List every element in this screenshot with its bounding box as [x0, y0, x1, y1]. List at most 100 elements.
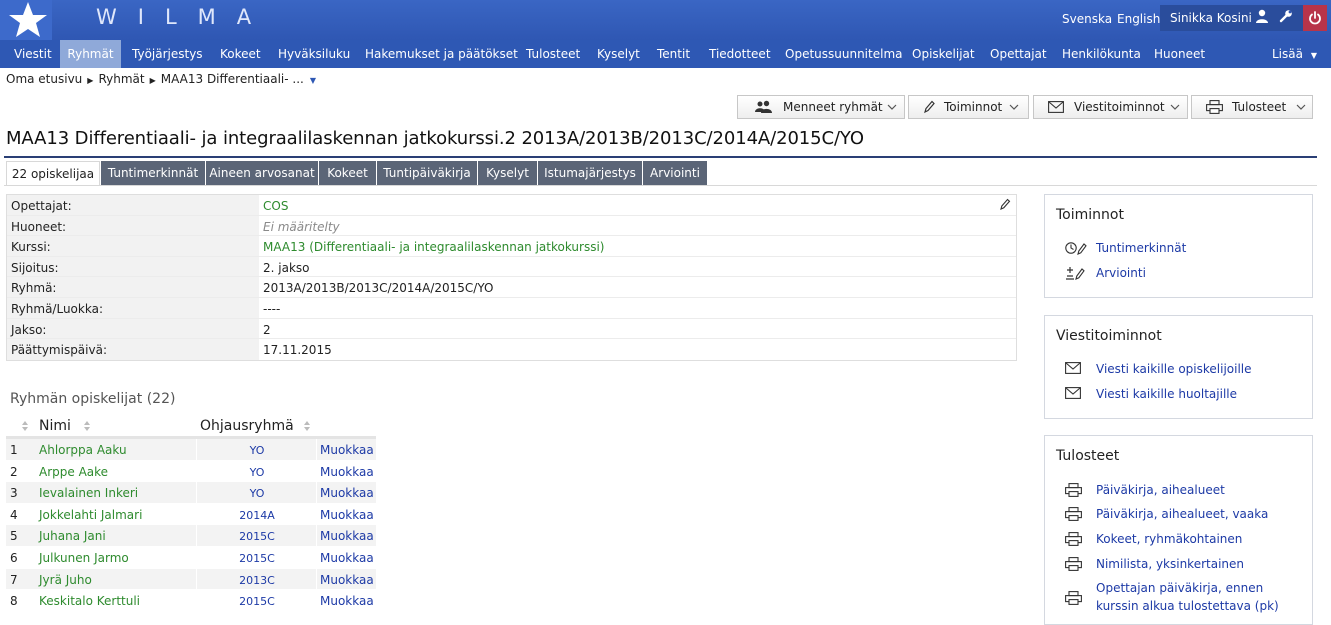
tab-assessment[interactable]: Arviointi — [643, 161, 707, 185]
past-groups-label: Menneet ryhmät — [783, 100, 883, 114]
sort-icon[interactable] — [83, 420, 91, 432]
edit-link[interactable]: Muokkaa — [320, 486, 374, 500]
nav-item-kyselyt[interactable]: Kyselyt — [597, 40, 640, 68]
nav-more-dropdown[interactable]: Lisää ▼ — [1272, 40, 1317, 68]
nav-item-tiedotteet[interactable]: Tiedotteet — [709, 40, 771, 68]
nav-item-opiskelijat[interactable]: Opiskelijat — [912, 40, 975, 68]
edit-link[interactable]: Muokkaa — [320, 573, 374, 587]
panel-link-print[interactable]: Nimilista, yksinkertainen — [1045, 555, 1312, 575]
panel-link-print[interactable]: Päiväkirja, aihealueet, vaaka — [1045, 505, 1312, 525]
prints-button[interactable]: Tulosteet — [1191, 95, 1313, 119]
student-name-link[interactable]: Jokkelahti Jalmari — [39, 508, 142, 522]
edit-pencil-icon[interactable] — [999, 198, 1011, 210]
student-group-link[interactable]: YO — [198, 444, 316, 457]
actions-panel: Toiminnot Tuntimerkinnät Arviointi — [1044, 194, 1313, 298]
student-group-link[interactable]: 2014A — [198, 509, 316, 522]
logout-button[interactable] — [1303, 5, 1327, 31]
language-english-link[interactable]: English — [1117, 12, 1160, 26]
nav-item-tulosteet[interactable]: Tulosteet — [526, 40, 580, 68]
panel-link-label: Nimilista, yksinkertainen — [1096, 557, 1245, 571]
info-label: Kurssi: — [7, 236, 259, 256]
printer-icon — [1065, 591, 1082, 605]
column-divider — [196, 525, 197, 546]
tab-seating[interactable]: Istumajärjestys — [538, 161, 642, 185]
panel-link-lesson-marks[interactable]: Tuntimerkinnät — [1045, 239, 1312, 259]
student-group-link[interactable]: 2013C — [198, 574, 316, 587]
nav-item-huoneet[interactable]: Huoneet — [1154, 40, 1205, 68]
edit-link[interactable]: Muokkaa — [320, 529, 374, 543]
student-name-link[interactable]: Juhana Jani — [39, 529, 106, 543]
nav-item-viestit[interactable]: Viestit — [6, 40, 60, 68]
logo-star-icon[interactable] — [0, 0, 52, 40]
col-name-header[interactable]: Nimi — [39, 418, 71, 434]
past-groups-button[interactable]: Menneet ryhmät — [737, 95, 905, 119]
nav-item-opettajat[interactable]: Opettajat — [990, 40, 1047, 68]
student-group-link[interactable]: YO — [198, 487, 316, 500]
panel-link-print[interactable]: Opettajan päiväkirja, ennen kurssin alku… — [1045, 579, 1312, 619]
panel-link-message-students[interactable]: Viesti kaikille opiskelijoille — [1045, 360, 1312, 380]
message-actions-button[interactable]: Viestitoiminnot — [1033, 95, 1188, 119]
actions-label: Toiminnot — [944, 100, 1003, 114]
sort-icon[interactable] — [303, 420, 311, 432]
tab-subject-grades[interactable]: Aineen arvosanat — [206, 161, 318, 185]
user-icon[interactable] — [1255, 9, 1269, 23]
nav-item-hyvaksiluku[interactable]: Hyväksiluku — [278, 40, 350, 68]
sort-icon[interactable] — [21, 420, 29, 432]
actions-button[interactable]: Toiminnot — [908, 95, 1029, 119]
table-row: 7 Jyrä Juho 2013C Muokkaa — [6, 568, 376, 591]
student-name-link[interactable]: Ahlorppa Aaku — [39, 443, 127, 457]
panel-link-print[interactable]: Päiväkirja, aihealueet — [1045, 481, 1312, 501]
student-name-link[interactable]: Jyrä Juho — [39, 573, 92, 587]
edit-link[interactable]: Muokkaa — [320, 443, 374, 457]
tab-exams[interactable]: Kokeet — [319, 161, 376, 185]
column-divider — [316, 482, 317, 503]
tab-lesson-diary[interactable]: Tuntipäiväkirja — [377, 161, 477, 185]
nav-item-hakemukset[interactable]: Hakemukset ja päätökset — [365, 40, 518, 68]
printer-icon — [1065, 557, 1082, 571]
student-name-link[interactable]: Keskitalo Kerttuli — [39, 594, 140, 608]
top-header: WILMA Svenska English Sinikka Kosini — [0, 0, 1331, 40]
panel-link-print[interactable]: Kokeet, ryhmäkohtainen — [1045, 530, 1312, 550]
breadcrumb-groups[interactable]: Ryhmät — [98, 72, 144, 86]
row-number: 7 — [10, 572, 18, 587]
breadcrumb-dropdown-icon[interactable]: ▼ — [310, 76, 316, 85]
table-row: 8 Keskitalo Kerttuli 2015C Muokkaa — [6, 590, 376, 612]
student-name-link[interactable]: Ievalainen Inkeri — [39, 486, 138, 500]
student-name-link[interactable]: Julkunen Jarmo — [39, 551, 129, 565]
student-group-link[interactable]: 2015C — [198, 552, 316, 565]
tab-surveys[interactable]: Kyselyt — [478, 161, 537, 185]
tab-students[interactable]: 22 opiskelijaa — [6, 161, 100, 185]
tab-lesson-marks[interactable]: Tuntimerkinnät — [101, 161, 205, 185]
nav-item-tentit[interactable]: Tentit — [657, 40, 690, 68]
language-svenska-link[interactable]: Svenska — [1062, 12, 1112, 26]
info-label: Sijoitus: — [7, 256, 259, 277]
nav-item-opetussuunnitelma[interactable]: Opetussuunnitelma — [785, 40, 902, 68]
students-table-header: Nimi Ohjausryhmä — [6, 413, 376, 439]
student-group-link[interactable]: 2015C — [198, 530, 316, 543]
edit-link[interactable]: Muokkaa — [320, 551, 374, 565]
chevron-down-icon — [1009, 104, 1019, 110]
info-label: Jakso: — [7, 318, 259, 339]
student-group-link[interactable]: 2015C — [198, 595, 316, 608]
course-link[interactable]: MAA13 (Differentiaali- ja integraalilask… — [263, 240, 605, 254]
breadcrumb-home[interactable]: Oma etusivu — [6, 72, 82, 86]
column-divider — [196, 439, 197, 460]
edit-link[interactable]: Muokkaa — [320, 465, 374, 479]
edit-link[interactable]: Muokkaa — [320, 594, 374, 608]
teacher-link[interactable]: COS — [263, 199, 288, 213]
col-group-header[interactable]: Ohjausryhmä — [200, 418, 294, 434]
student-group-link[interactable]: YO — [198, 466, 316, 479]
wrench-icon[interactable] — [1279, 9, 1293, 23]
column-divider — [316, 568, 317, 590]
nav-item-ryhmat[interactable]: Ryhmät — [60, 40, 121, 68]
logo-text: WILMA — [96, 5, 273, 29]
chevron-down-icon — [1296, 104, 1306, 110]
edit-link[interactable]: Muokkaa — [320, 508, 374, 522]
nav-item-kokeet[interactable]: Kokeet — [220, 40, 261, 68]
nav-item-henkilokunta[interactable]: Henkilökunta — [1062, 40, 1141, 68]
panel-link-assessment[interactable]: Arviointi — [1045, 264, 1312, 284]
nav-item-tyojarjestys[interactable]: Työjärjestys — [132, 40, 203, 68]
tab-divider — [4, 185, 1317, 186]
panel-link-message-guardians[interactable]: Viesti kaikille huoltajille — [1045, 385, 1312, 405]
student-name-link[interactable]: Arppe Aake — [39, 465, 108, 479]
